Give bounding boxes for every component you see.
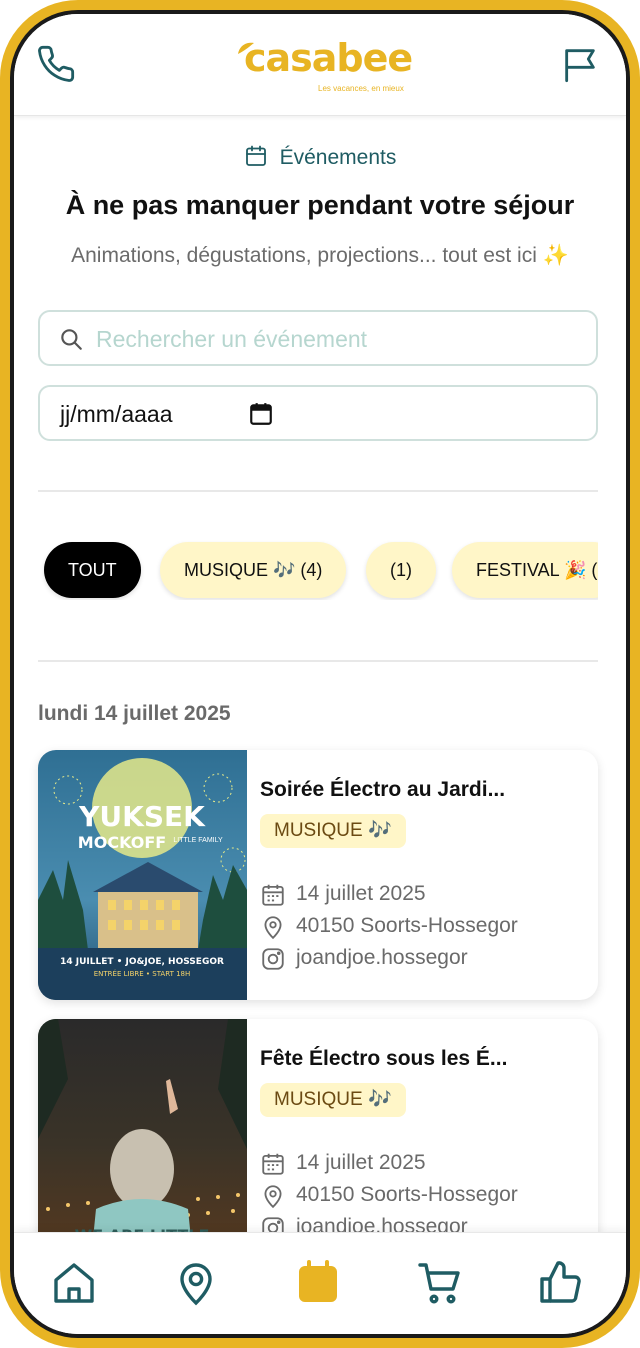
- category-filter-bar: TOUT MUSIQUE 🎶 (4) (1) FESTIVAL 🎉 (: [38, 540, 598, 600]
- calendar-icon: [262, 1153, 284, 1175]
- filter-chip-unnamed[interactable]: (1): [366, 542, 436, 598]
- event-card[interactable]: YUKSEK MOCKOFF LITTLE FAMILY 14 JUILLET …: [38, 750, 598, 1000]
- map-pin-icon: [264, 1185, 282, 1209]
- calendar-small-icon: [245, 145, 266, 166]
- map-pin-icon[interactable]: [172, 1259, 220, 1307]
- search-field[interactable]: [38, 310, 598, 366]
- map-pin-icon: [264, 916, 282, 940]
- divider: [38, 660, 598, 662]
- filter-chip-musique[interactable]: MUSIQUE 🎶 (4): [160, 542, 347, 598]
- search-icon: [61, 329, 82, 350]
- app-screen: casabee Les vacances, en mieux Événement…: [14, 14, 626, 1334]
- phone-icon[interactable]: [36, 44, 76, 84]
- filter-chip-tout[interactable]: TOUT: [44, 542, 141, 598]
- event-title: Soirée Électro au Jardi...: [260, 778, 506, 801]
- calendar-icon[interactable]: [294, 1259, 342, 1307]
- bottom-navigation: [14, 1232, 626, 1334]
- page-subtitle: Animations, dégustations, projections...…: [71, 244, 569, 267]
- event-location-text: 40150 Soorts-Hossegor: [296, 914, 518, 937]
- page-title: À ne pas manquer pendant votre séjour: [65, 190, 575, 220]
- event-poster-image: YUKSEK MOCKOFF LITTLE FAMILY 14 JUILLET …: [38, 750, 247, 1000]
- flag-icon[interactable]: [560, 44, 600, 84]
- instagram-icon: [262, 948, 284, 970]
- filter-chip-festival[interactable]: FESTIVAL 🎉 (: [452, 542, 598, 598]
- section-tag-label: Événements: [279, 146, 397, 169]
- event-date-text: 14 juillet 2025: [296, 1151, 426, 1174]
- casabee-logo[interactable]: casabee Les vacances, en mieux: [236, 36, 413, 100]
- date-group-heading: lundi 14 juillet 2025: [38, 702, 231, 725]
- thumbs-up-icon[interactable]: [536, 1259, 584, 1307]
- poster-headline: YUKSEK: [78, 800, 206, 833]
- poster-subline: MOCKOFF: [78, 833, 166, 852]
- poster-footer2: ENTRÉE LIBRE • START 18H: [94, 969, 191, 978]
- logo-tagline: Les vacances, en mieux: [318, 84, 404, 93]
- event-title: Fête Électro sous les É...: [260, 1047, 508, 1070]
- search-input[interactable]: [96, 322, 576, 356]
- poster-small: LITTLE FAMILY: [173, 837, 223, 844]
- cart-icon[interactable]: [416, 1259, 464, 1307]
- home-icon[interactable]: [50, 1259, 98, 1307]
- date-picker-field[interactable]: jj/mm/aaaa: [38, 385, 598, 441]
- event-category-badge: MUSIQUE 🎶: [260, 814, 406, 848]
- poster-footer: 14 JUILLET • JO&JOE, HOSSEGOR: [60, 957, 224, 967]
- divider: [38, 490, 598, 492]
- top-header: casabee Les vacances, en mieux: [14, 14, 626, 116]
- logo-wordmark: casabee: [244, 36, 413, 80]
- date-input-value[interactable]: jj/mm/aaaa: [60, 401, 172, 428]
- calendar-picker-icon[interactable]: [248, 401, 274, 427]
- event-date-text: 14 juillet 2025: [296, 882, 426, 905]
- event-location-text: 40150 Soorts-Hossegor: [296, 1183, 518, 1206]
- event-instagram-text[interactable]: joandjoe.hossegor: [296, 946, 468, 970]
- event-category-badge: MUSIQUE 🎶: [260, 1083, 406, 1117]
- section-tag: Événements: [14, 144, 626, 170]
- calendar-icon: [262, 884, 284, 906]
